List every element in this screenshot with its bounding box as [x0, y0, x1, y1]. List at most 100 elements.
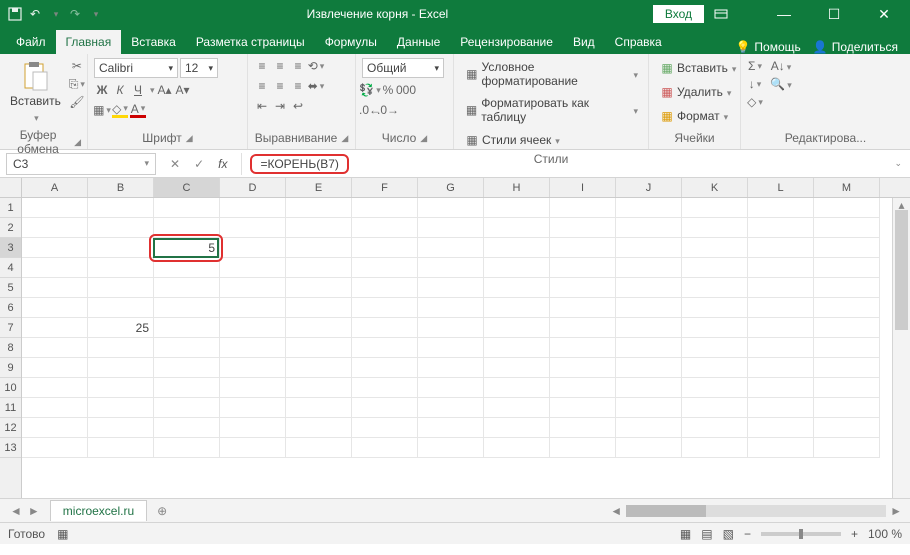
zoom-level[interactable]: 100 %: [868, 527, 902, 541]
align-bottom-icon[interactable]: ≡: [290, 58, 306, 74]
align-right-icon[interactable]: ≡: [290, 78, 306, 94]
cell-B7[interactable]: 25: [88, 318, 154, 338]
cell-B12[interactable]: [88, 418, 154, 438]
insert-cells-button[interactable]: ▦Вставить: [655, 58, 740, 78]
cell-L9[interactable]: [748, 358, 814, 378]
increase-indent-icon[interactable]: ⇥: [272, 98, 288, 114]
cell-I11[interactable]: [550, 398, 616, 418]
cell-I8[interactable]: [550, 338, 616, 358]
cell-D13[interactable]: [220, 438, 286, 458]
zoom-slider[interactable]: [761, 532, 841, 536]
align-center-icon[interactable]: ≡: [272, 78, 288, 94]
col-header-K[interactable]: K: [682, 178, 748, 197]
cell-I3[interactable]: [550, 238, 616, 258]
cell-C5[interactable]: [154, 278, 220, 298]
cell-J12[interactable]: [616, 418, 682, 438]
cell-F2[interactable]: [352, 218, 418, 238]
zoom-in-icon[interactable]: +: [851, 527, 858, 541]
cell-E13[interactable]: [286, 438, 352, 458]
cell-D6[interactable]: [220, 298, 286, 318]
expand-formula-bar-icon[interactable]: ⌄: [886, 158, 910, 169]
cell-B4[interactable]: [88, 258, 154, 278]
grow-font-icon[interactable]: A▴: [157, 82, 173, 98]
format-cells-button[interactable]: ▦Формат: [655, 106, 732, 126]
col-header-L[interactable]: L: [748, 178, 814, 197]
cell-B11[interactable]: [88, 398, 154, 418]
cell-G10[interactable]: [418, 378, 484, 398]
cell-D5[interactable]: [220, 278, 286, 298]
cell-H9[interactable]: [484, 358, 550, 378]
cell-E2[interactable]: [286, 218, 352, 238]
row-header-3[interactable]: 3: [0, 238, 21, 258]
cell-J2[interactable]: [616, 218, 682, 238]
cell-B13[interactable]: [88, 438, 154, 458]
row-header-12[interactable]: 12: [0, 418, 21, 438]
row-header-11[interactable]: 11: [0, 398, 21, 418]
clear-icon[interactable]: ◇: [747, 94, 763, 110]
autosum-icon[interactable]: Σ: [747, 58, 763, 74]
cell-I5[interactable]: [550, 278, 616, 298]
col-header-D[interactable]: D: [220, 178, 286, 197]
cell-I2[interactable]: [550, 218, 616, 238]
tab-formulas[interactable]: Формулы: [315, 30, 387, 54]
fill-color-button[interactable]: ◇: [112, 102, 128, 118]
new-sheet-icon[interactable]: ⊕: [147, 504, 177, 518]
enter-formula-icon[interactable]: ✓: [194, 157, 204, 171]
cell-G4[interactable]: [418, 258, 484, 278]
cell-B5[interactable]: [88, 278, 154, 298]
cell-H12[interactable]: [484, 418, 550, 438]
cell-B10[interactable]: [88, 378, 154, 398]
cell-B3[interactable]: [88, 238, 154, 258]
cell-D12[interactable]: [220, 418, 286, 438]
cell-L3[interactable]: [748, 238, 814, 258]
cell-L11[interactable]: [748, 398, 814, 418]
cell-M4[interactable]: [814, 258, 880, 278]
cell-G8[interactable]: [418, 338, 484, 358]
login-button[interactable]: Вход: [653, 5, 704, 23]
cell-E5[interactable]: [286, 278, 352, 298]
cell-A2[interactable]: [22, 218, 88, 238]
cell-K10[interactable]: [682, 378, 748, 398]
cell-F9[interactable]: [352, 358, 418, 378]
cell-M7[interactable]: [814, 318, 880, 338]
cell-F10[interactable]: [352, 378, 418, 398]
minimize-button[interactable]: —: [764, 6, 804, 22]
cell-E8[interactable]: [286, 338, 352, 358]
orientation-icon[interactable]: ⟲: [308, 58, 324, 74]
cell-L13[interactable]: [748, 438, 814, 458]
cell-C7[interactable]: [154, 318, 220, 338]
cell-J3[interactable]: [616, 238, 682, 258]
cell-D1[interactable]: [220, 198, 286, 218]
cell-M3[interactable]: [814, 238, 880, 258]
cell-A1[interactable]: [22, 198, 88, 218]
cell-H7[interactable]: [484, 318, 550, 338]
cell-D2[interactable]: [220, 218, 286, 238]
font-name-dropdown[interactable]: Calibri▾: [94, 58, 178, 78]
col-header-A[interactable]: A: [22, 178, 88, 197]
cell-B8[interactable]: [88, 338, 154, 358]
cell-J11[interactable]: [616, 398, 682, 418]
cell-I12[interactable]: [550, 418, 616, 438]
cell-A10[interactable]: [22, 378, 88, 398]
share-button[interactable]: 👤Поделиться: [813, 40, 898, 54]
copy-icon[interactable]: ⎘: [69, 76, 85, 92]
cell-F12[interactable]: [352, 418, 418, 438]
cell-M6[interactable]: [814, 298, 880, 318]
underline-button[interactable]: Ч: [130, 82, 146, 98]
cell-styles-button[interactable]: ▦Стили ячеек: [460, 130, 564, 150]
cell-E1[interactable]: [286, 198, 352, 218]
align-launcher-icon[interactable]: ◢: [341, 133, 348, 144]
col-header-E[interactable]: E: [286, 178, 352, 197]
cell-I7[interactable]: [550, 318, 616, 338]
cell-E11[interactable]: [286, 398, 352, 418]
border-button[interactable]: ▦: [94, 102, 110, 118]
merge-icon[interactable]: ⬌: [308, 78, 324, 94]
align-top-icon[interactable]: ≡: [254, 58, 270, 74]
italic-button[interactable]: К: [112, 82, 128, 98]
cell-H3[interactable]: [484, 238, 550, 258]
sort-filter-icon[interactable]: A↓: [773, 58, 789, 74]
cell-K4[interactable]: [682, 258, 748, 278]
cell-A6[interactable]: [22, 298, 88, 318]
cell-C13[interactable]: [154, 438, 220, 458]
cell-C2[interactable]: [154, 218, 220, 238]
